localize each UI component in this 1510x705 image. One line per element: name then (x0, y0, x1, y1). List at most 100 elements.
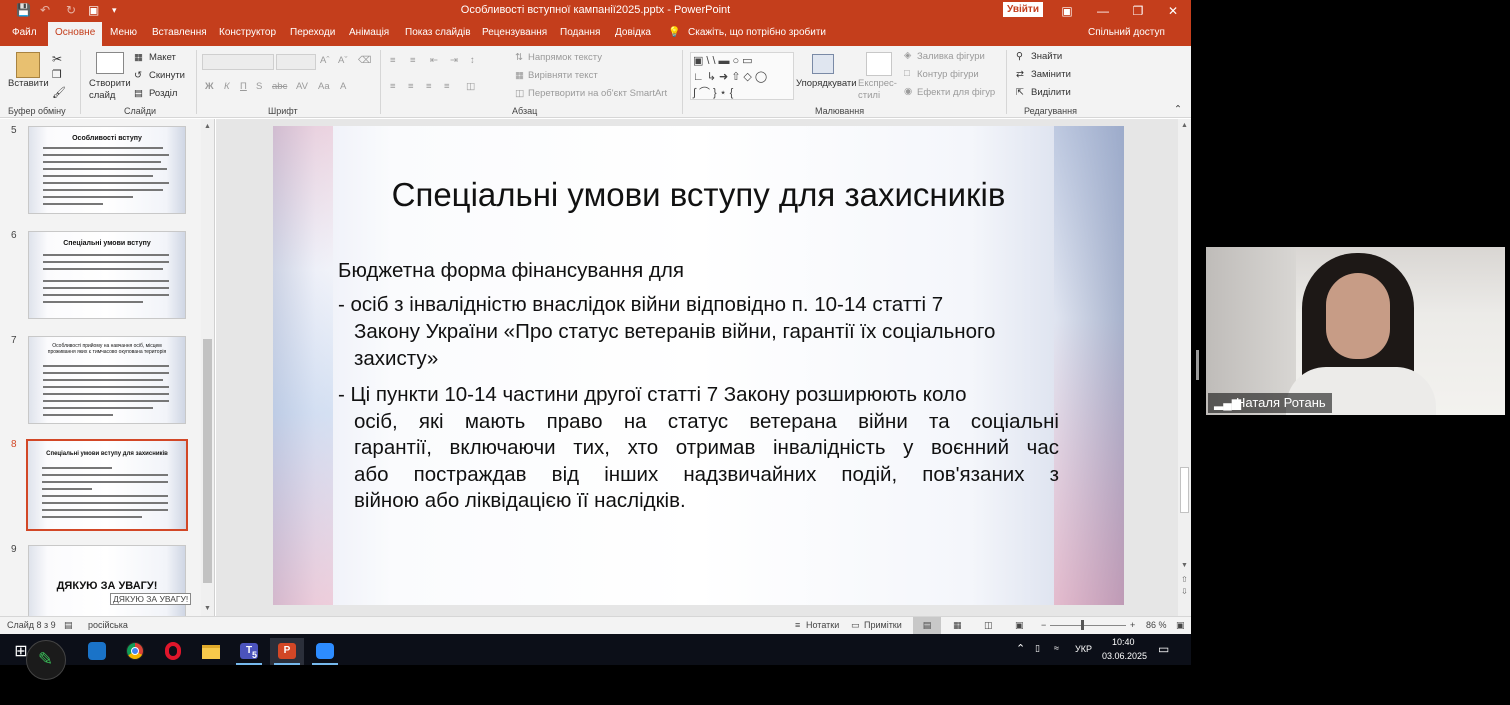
spell-check-icon[interactable]: ▤ (64, 620, 73, 631)
keyboard-language[interactable]: УКР (1075, 644, 1092, 654)
new-slide-button[interactable]: Створити слайд (89, 78, 135, 102)
thumbnail-slide-5[interactable]: Особливості вступу (28, 126, 186, 214)
share-button[interactable]: Спільний доступ (1088, 27, 1165, 38)
thumbnail-slide-8[interactable]: Спеціальні умови вступу для захисників (26, 439, 188, 531)
tab-design[interactable]: Конструктор (219, 27, 276, 38)
customize-quick-access-icon[interactable]: ▾ (112, 5, 117, 16)
teams-app-icon[interactable]: T5 (232, 638, 266, 665)
bullets-icon[interactable]: ≡ (390, 55, 396, 66)
tab-slideshow[interactable]: Показ слайдів (405, 27, 471, 38)
decrease-indent-icon[interactable]: ⇤ (430, 55, 438, 66)
select-button[interactable]: Виділити (1031, 87, 1071, 98)
character-spacing-icon[interactable]: AV (296, 81, 308, 92)
notes-button[interactable]: Нотатки (806, 620, 839, 630)
tab-animations[interactable]: Анімація (349, 27, 389, 38)
clock-time[interactable]: 10:40 (1112, 637, 1135, 647)
language-indicator[interactable]: російська (88, 620, 128, 630)
replace-button[interactable]: Замінити (1031, 69, 1071, 80)
tab-insert[interactable]: Вставлення (152, 27, 207, 38)
editor-scrollbar[interactable]: ▲ ▼ ⇧ ⇩ (1178, 119, 1191, 616)
cut-icon[interactable]: ✂ (52, 52, 62, 66)
signin-button[interactable]: Увійти (1003, 2, 1043, 17)
change-case-icon[interactable]: Aa (318, 81, 330, 92)
zoom-app-icon[interactable] (308, 638, 342, 665)
slide-intro-text[interactable]: Бюджетна форма фінансування для (338, 258, 684, 285)
shape-fill-button[interactable]: Заливка фігури (917, 51, 985, 62)
decrease-font-icon[interactable]: Aˇ (338, 55, 348, 66)
numbering-icon[interactable]: ≡ (410, 55, 416, 66)
normal-view-icon[interactable]: ▤ (913, 617, 941, 634)
undo-icon[interactable]: ↶ (40, 3, 50, 17)
thumbnail-slide-9[interactable]: ДЯКУЮ ЗА УВАГУ! (28, 545, 186, 616)
shape-effects-button[interactable]: Ефекти для фігур (917, 87, 995, 98)
find-button[interactable]: Знайти (1031, 51, 1062, 62)
show-hidden-icons-icon[interactable]: ⌃ (1016, 642, 1025, 655)
align-center-icon[interactable]: ≡ (408, 81, 414, 92)
save-icon[interactable]: 💾 (16, 3, 31, 17)
zoom-slider-thumb[interactable] (1081, 620, 1084, 630)
shapes-gallery[interactable]: ▣\\▬○▭ ∟↳➜⇧◇◯ ∫⌒}⋆{ (690, 52, 794, 100)
underline-icon[interactable]: П (240, 81, 247, 92)
arrange-button[interactable]: Упорядкувати (796, 78, 857, 89)
comments-button[interactable]: Примітки (864, 620, 902, 630)
shape-outline-button[interactable]: Контур фігури (917, 69, 979, 80)
section-button[interactable]: Розділ (149, 88, 177, 99)
font-name-select[interactable] (202, 54, 274, 70)
align-text-button[interactable]: Вирівняти текст (528, 70, 598, 81)
wifi-icon[interactable]: ≈ (1054, 643, 1059, 653)
thumbnail-slide-6[interactable]: Спеціальні умови вступу (28, 231, 186, 319)
tab-transitions[interactable]: Переходи (290, 27, 335, 38)
slide-title[interactable]: Спеціальні умови вступу для захисників (273, 176, 1124, 214)
redo-icon[interactable]: ↻ (66, 3, 76, 17)
paste-button[interactable]: Вставити (8, 78, 49, 89)
annotate-pen-button[interactable]: ✎ (26, 640, 66, 680)
tab-view[interactable]: Подання (560, 27, 600, 38)
battery-icon[interactable]: ▯ (1035, 643, 1040, 654)
current-slide[interactable]: Спеціальні умови вступу для захисників Б… (273, 126, 1124, 605)
slideshow-from-start-icon[interactable]: ▣ (88, 3, 99, 17)
columns-icon[interactable]: ◫ (466, 81, 475, 92)
justify-icon[interactable]: ≡ (444, 81, 450, 92)
outlook-app-icon[interactable] (80, 638, 114, 665)
tab-home[interactable]: Основне (48, 22, 103, 46)
tell-me-search[interactable]: Скажіть, що потрібно зробити (688, 27, 826, 38)
increase-font-icon[interactable]: Aˆ (320, 55, 330, 66)
clock-date[interactable]: 03.06.2025 (1102, 651, 1147, 661)
new-slide-icon[interactable] (96, 52, 124, 74)
align-right-icon[interactable]: ≡ (426, 81, 432, 92)
tab-help[interactable]: Довідка (615, 27, 651, 38)
arrange-icon[interactable] (812, 54, 834, 74)
tab-menu[interactable]: Меню (110, 27, 137, 38)
layout-button[interactable]: Макет (149, 52, 176, 63)
tab-review[interactable]: Рецензування (482, 27, 547, 38)
opera-app-icon[interactable] (156, 638, 190, 665)
next-slide-icon[interactable]: ⇩ (1181, 587, 1188, 596)
shadow-icon[interactable]: S (256, 81, 262, 92)
text-direction-button[interactable]: Напрямок тексту (528, 52, 602, 63)
zoom-slider[interactable] (1050, 625, 1126, 626)
tab-file[interactable]: Файл (12, 27, 37, 38)
collapse-ribbon-icon[interactable]: ⌃ (1174, 104, 1182, 115)
slideshow-icon[interactable]: ▣ (1015, 620, 1024, 631)
chrome-app-icon[interactable] (118, 638, 152, 665)
bold-icon[interactable]: Ж (205, 81, 214, 92)
quick-styles-button[interactable]: Експрес-стилі (858, 78, 900, 102)
quick-styles-icon[interactable] (866, 52, 892, 76)
powerpoint-app-icon[interactable]: P (270, 638, 304, 665)
ribbon-display-icon[interactable]: ▣ (1050, 0, 1084, 22)
font-size-select[interactable] (276, 54, 316, 70)
italic-icon[interactable]: К (224, 81, 230, 92)
close-button[interactable]: ✕ (1156, 0, 1190, 22)
notifications-icon[interactable]: ▭ (1158, 642, 1169, 656)
thumbnail-slide-7[interactable]: Особливості прийому на навчання осіб, мі… (28, 336, 186, 424)
restore-button[interactable]: ❐ (1121, 0, 1155, 22)
align-left-icon[interactable]: ≡ (390, 81, 396, 92)
zoom-in-icon[interactable]: + (1130, 620, 1135, 630)
minimize-button[interactable]: — (1086, 0, 1120, 22)
file-explorer-app-icon[interactable] (194, 638, 228, 665)
smartart-button[interactable]: Перетворити на об'єкт SmartArt (528, 88, 667, 99)
scroll-thumb[interactable] (203, 339, 212, 583)
font-color-icon[interactable]: A (340, 81, 346, 92)
clear-formatting-icon[interactable]: ⌫ (358, 55, 371, 66)
copy-icon[interactable]: ❐ (52, 68, 62, 81)
